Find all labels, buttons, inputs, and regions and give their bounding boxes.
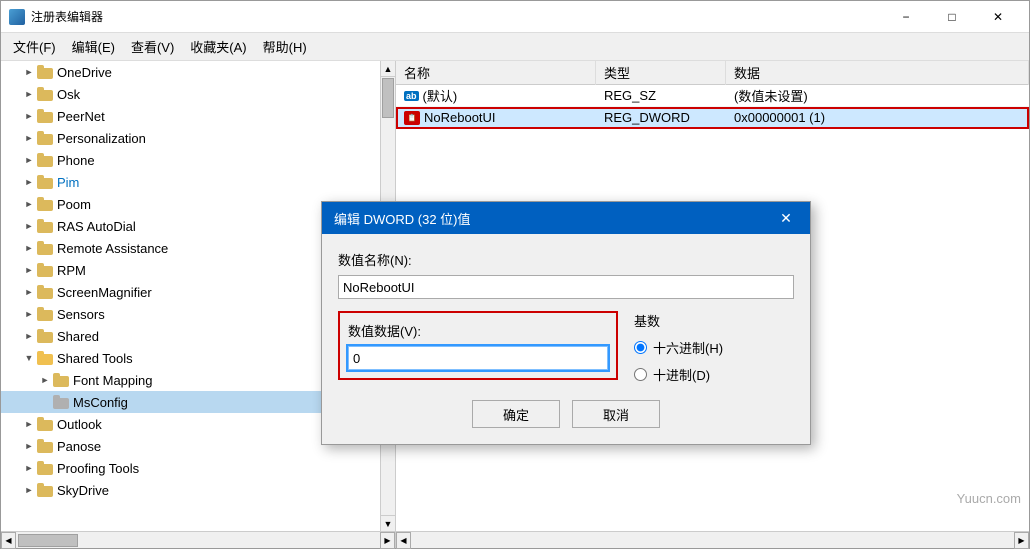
base-label: 基数 [634, 311, 794, 330]
dialog-title: 编辑 DWORD (32 位)值 [334, 209, 471, 228]
cancel-button[interactable]: 取消 [572, 400, 660, 428]
dialog-title-bar: 编辑 DWORD (32 位)值 ✕ [322, 202, 810, 234]
dialog-buttons: 确定 取消 [338, 400, 794, 428]
tree-h-scroll[interactable]: ◀ ▶ [1, 532, 396, 548]
ok-button[interactable]: 确定 [472, 400, 560, 428]
main-window: 注册表编辑器 − □ ✕ 文件(F) 编辑(E) 查看(V) 收藏夹(A) 帮助… [0, 0, 1030, 549]
value-data-label: 数值数据(V): [348, 321, 608, 340]
menu-edit[interactable]: 编辑(E) [64, 35, 123, 58]
minimize-button[interactable]: − [883, 1, 929, 33]
menu-bar: 文件(F) 编辑(E) 查看(V) 收藏夹(A) 帮助(H) [1, 33, 1029, 61]
dialog-body: 数值名称(N): 数值数据(V): 基数 [322, 234, 810, 444]
base-section: 基数 十六进制(H) 十进制(D) [634, 311, 794, 384]
radio-hex[interactable]: 十六进制(H) [634, 338, 794, 357]
main-content: ► OneDrive ► Osk ► PeerNet ► Personaliza… [1, 61, 1029, 531]
close-button[interactable]: ✕ [975, 1, 1021, 33]
reg-h-scroll[interactable]: ◀ ▶ [396, 532, 1029, 548]
radio-dec-input[interactable] [634, 368, 647, 381]
window-title: 注册表编辑器 [31, 8, 883, 25]
value-data-section: 数值数据(V): [338, 311, 618, 380]
title-bar: 注册表编辑器 − □ ✕ [1, 1, 1029, 33]
field-name-label: 数值名称(N): [338, 250, 794, 269]
bottom-scrollbar-area: ◀ ▶ ◀ ▶ [1, 531, 1029, 548]
edit-dword-dialog: 编辑 DWORD (32 位)值 ✕ 数值名称(N): 数值数据(V): [321, 201, 811, 445]
radio-hex-label: 十六进制(H) [653, 338, 723, 357]
h-scroll-track [16, 534, 380, 547]
h-scroll-track [411, 534, 1014, 547]
radio-hex-input[interactable] [634, 341, 647, 354]
app-icon [9, 9, 25, 25]
h-scroll-right[interactable]: ▶ [380, 532, 395, 549]
menu-favorites[interactable]: 收藏夹(A) [182, 35, 254, 58]
value-data-input[interactable] [348, 346, 608, 370]
h-scroll-left[interactable]: ◀ [396, 532, 411, 549]
radio-group: 十六进制(H) 十进制(D) [634, 338, 794, 384]
dialog-close-button[interactable]: ✕ [774, 206, 798, 230]
window-controls: − □ ✕ [883, 1, 1021, 33]
h-scroll-left[interactable]: ◀ [1, 532, 16, 549]
menu-view[interactable]: 查看(V) [123, 35, 182, 58]
maximize-button[interactable]: □ [929, 1, 975, 33]
field-name-input[interactable] [338, 275, 794, 299]
h-scroll-thumb[interactable] [18, 534, 78, 547]
radio-dec[interactable]: 十进制(D) [634, 365, 794, 384]
dialog-overlay: 编辑 DWORD (32 位)值 ✕ 数值名称(N): 数值数据(V): [1, 61, 1029, 531]
value-data-box: 数值数据(V): [338, 311, 618, 380]
h-scroll-right[interactable]: ▶ [1014, 532, 1029, 549]
radio-dec-label: 十进制(D) [653, 365, 710, 384]
dialog-row: 数值数据(V): 基数 十六进制(H) [338, 311, 794, 384]
menu-file[interactable]: 文件(F) [5, 35, 64, 58]
menu-help[interactable]: 帮助(H) [255, 35, 315, 58]
